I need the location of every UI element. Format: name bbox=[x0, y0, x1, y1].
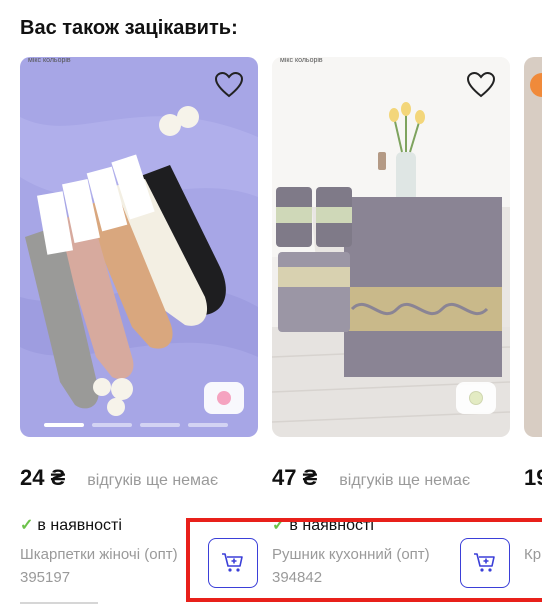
cart-plus-icon bbox=[474, 553, 495, 572]
price-row: 24 ₴ відгуків ще немає bbox=[20, 465, 280, 491]
heart-outline-icon[interactable] bbox=[214, 71, 244, 99]
reviews-text: відгуків ще немає bbox=[87, 472, 219, 489]
image-caption: мікс кольорів bbox=[280, 57, 323, 64]
product-image[interactable]: мікс кольорів bbox=[272, 57, 510, 437]
product-name[interactable]: Кр bbox=[524, 543, 542, 566]
image-caption: мікс кольорів bbox=[28, 57, 71, 64]
section-title: Вас також зацікавить: bbox=[20, 17, 238, 39]
add-to-cart-button[interactable] bbox=[460, 538, 510, 588]
reviews-text: відгуків ще немає bbox=[339, 472, 471, 489]
price-row: 19 bbox=[524, 465, 542, 491]
swatch-dot bbox=[469, 391, 483, 405]
product-card[interactable]: 19 Кр bbox=[524, 57, 542, 563]
availability-label: в наявності bbox=[37, 517, 122, 534]
price: 47 ₴ bbox=[272, 465, 318, 490]
swatch-dot bbox=[217, 391, 231, 405]
divider bbox=[20, 602, 98, 604]
color-swatch[interactable] bbox=[456, 382, 496, 414]
slide-dot[interactable] bbox=[140, 423, 180, 427]
slide-dot[interactable] bbox=[44, 423, 84, 427]
slide-dot[interactable] bbox=[92, 423, 132, 427]
availability-label: в наявності bbox=[289, 517, 374, 534]
check-icon: ✓ bbox=[272, 517, 286, 534]
product-name[interactable]: Рушник кухонний (опт) 394842 bbox=[272, 543, 457, 589]
color-swatch[interactable] bbox=[204, 382, 244, 414]
price: 19 bbox=[524, 465, 542, 490]
product-name[interactable]: Шкарпетки жіночі (опт) 395197 bbox=[20, 543, 205, 589]
add-to-cart-button[interactable] bbox=[208, 538, 258, 588]
availability: ✓ в наявності bbox=[20, 515, 122, 535]
check-icon: ✓ bbox=[20, 517, 34, 534]
slide-indicators[interactable] bbox=[44, 423, 228, 427]
product-card[interactable]: мікс кольорів 24 ₴ відгуків ще немає ✓ в … bbox=[20, 57, 258, 588]
slide-dot[interactable] bbox=[188, 423, 228, 427]
product-image[interactable]: мікс кольорів bbox=[20, 57, 258, 437]
cart-plus-icon bbox=[222, 553, 243, 572]
product-card[interactable]: мікс кольорів 47 ₴ відгуків ще немає ✓ в … bbox=[272, 57, 510, 588]
heart-outline-icon[interactable] bbox=[466, 71, 496, 99]
price: 24 ₴ bbox=[20, 465, 66, 490]
availability: ✓ в наявності bbox=[272, 515, 374, 535]
price-row: 47 ₴ відгуків ще немає bbox=[272, 465, 532, 491]
product-image[interactable] bbox=[524, 57, 542, 437]
